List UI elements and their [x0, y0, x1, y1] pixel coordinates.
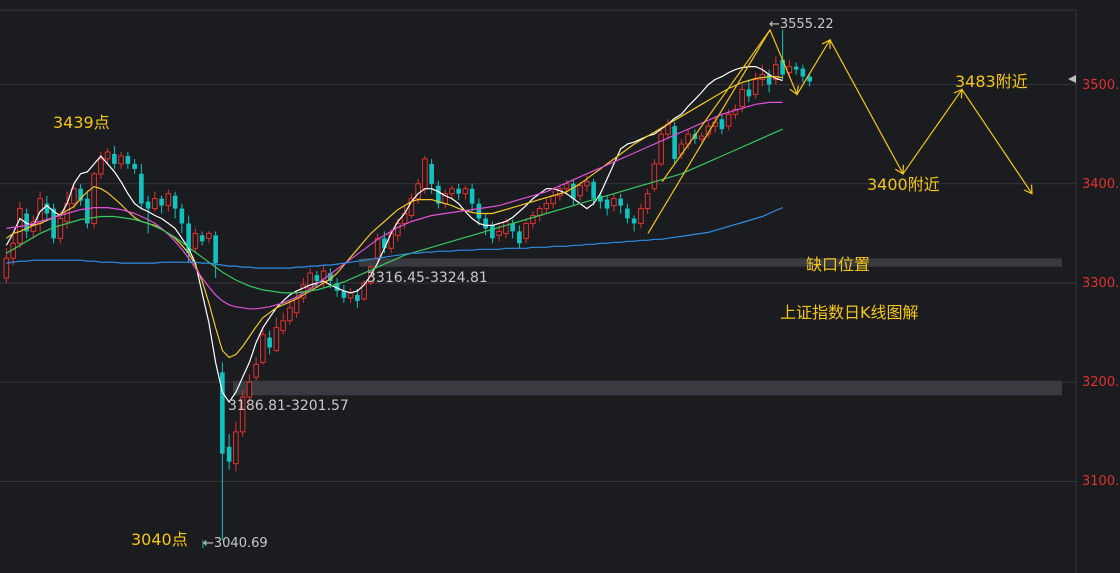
- candle-body: [456, 188, 461, 194]
- candle-body: [226, 446, 232, 462]
- candle-body: [165, 193, 172, 207]
- candle-body: [517, 231, 522, 244]
- candle-body: [496, 230, 502, 236]
- candle-body: [611, 198, 617, 207]
- candle-body: [584, 181, 590, 187]
- candle-body: [287, 307, 293, 322]
- gap-zone: [233, 380, 1062, 396]
- candle-body: [449, 188, 455, 195]
- candle-body: [483, 218, 488, 229]
- candle-body: [550, 195, 556, 205]
- candle-body: [429, 163, 434, 184]
- target-high-annotation: 3483附近: [955, 72, 1028, 91]
- candle-body: [571, 183, 576, 199]
- candle-body: [752, 79, 759, 95]
- candle-body: [543, 203, 550, 210]
- candle-body: [644, 193, 651, 210]
- candle-body: [273, 327, 280, 351]
- candle-body: [503, 220, 509, 234]
- gap-upper-range-label: 3316.45-3324.81: [367, 270, 488, 286]
- candle-body: [280, 320, 286, 332]
- candle-body: [71, 188, 77, 205]
- candle-body: [382, 238, 387, 249]
- y-tick-label: 3300.: [1082, 276, 1119, 291]
- candle-body: [725, 113, 732, 127]
- candle-body: [125, 155, 131, 164]
- candle-body: [604, 199, 610, 209]
- candle-body: [476, 203, 482, 219]
- candle-body: [490, 225, 495, 239]
- candle-body: [739, 88, 745, 107]
- candle-body: [510, 223, 515, 232]
- candle-body: [152, 198, 158, 210]
- gap-zone: [359, 258, 1062, 267]
- candle-body: [658, 133, 664, 165]
- candle-body: [91, 173, 97, 224]
- y-tick-label: 3400.: [1082, 177, 1119, 192]
- candle-body: [651, 163, 658, 190]
- target-low-annotation: 3400附近: [867, 175, 940, 194]
- candle-body: [85, 198, 90, 224]
- candle-body: [625, 208, 630, 219]
- candle-body: [563, 183, 570, 190]
- candle-body: [112, 153, 117, 164]
- candle-body: [462, 188, 469, 195]
- candle-body: [793, 66, 799, 70]
- candle-body: [206, 232, 212, 239]
- kline-chart: 3500. 3400. 3300. 3200. 3100. ←3555.22 ←…: [0, 0, 1120, 573]
- candle-body: [746, 89, 752, 97]
- candle-body: [260, 334, 266, 363]
- candle-body: [246, 381, 253, 398]
- candle-body: [145, 201, 151, 209]
- candle-body: [672, 126, 677, 159]
- high-extreme-label: ←3555.22: [769, 17, 834, 32]
- y-tick-label: 3500.: [1082, 78, 1119, 93]
- candle-body: [314, 275, 320, 282]
- candle-body: [780, 59, 785, 75]
- candle-body: [104, 151, 111, 160]
- candle-body: [199, 235, 205, 242]
- candle-body: [233, 431, 239, 465]
- candle-body: [57, 217, 64, 239]
- gap-lower-range-label: 3186.81-3201.57: [228, 398, 349, 414]
- candle-body: [523, 222, 529, 239]
- gap-position-annotation: 缺口位置: [806, 255, 870, 274]
- candle-body: [118, 155, 124, 165]
- peak-annotation: 3439点: [53, 113, 110, 132]
- candle-body: [698, 135, 705, 140]
- candle-body: [800, 68, 806, 77]
- candle-body: [347, 292, 354, 299]
- candle-body: [172, 195, 178, 209]
- candle-body: [139, 173, 144, 204]
- candle-body: [631, 218, 637, 224]
- candle-body: [192, 232, 199, 249]
- low-extreme-label: ←3040.69: [203, 536, 268, 551]
- candle-body: [179, 208, 185, 224]
- candle-body: [3, 257, 10, 279]
- candle-body: [422, 158, 428, 190]
- candle-body: [159, 198, 164, 206]
- y-tick-label: 3200.: [1082, 375, 1119, 390]
- candle-body: [374, 237, 381, 259]
- candle-body: [253, 363, 259, 378]
- candle-body: [98, 158, 104, 175]
- candle-body: [618, 198, 623, 206]
- candle-body: [638, 208, 644, 224]
- candle-body: [213, 235, 218, 264]
- candle-body: [355, 294, 360, 301]
- chart-title: 上证指数日K线图解: [780, 303, 919, 322]
- candle-body: [267, 337, 272, 348]
- candle-body: [132, 163, 137, 169]
- chart-background: [0, 0, 1120, 573]
- candle-body: [591, 181, 596, 199]
- y-tick-label: 3100.: [1082, 474, 1119, 489]
- bottom-annotation: 3040点: [131, 530, 188, 549]
- candle-body: [577, 185, 583, 197]
- candle-body: [719, 119, 725, 130]
- candle-body: [469, 188, 475, 204]
